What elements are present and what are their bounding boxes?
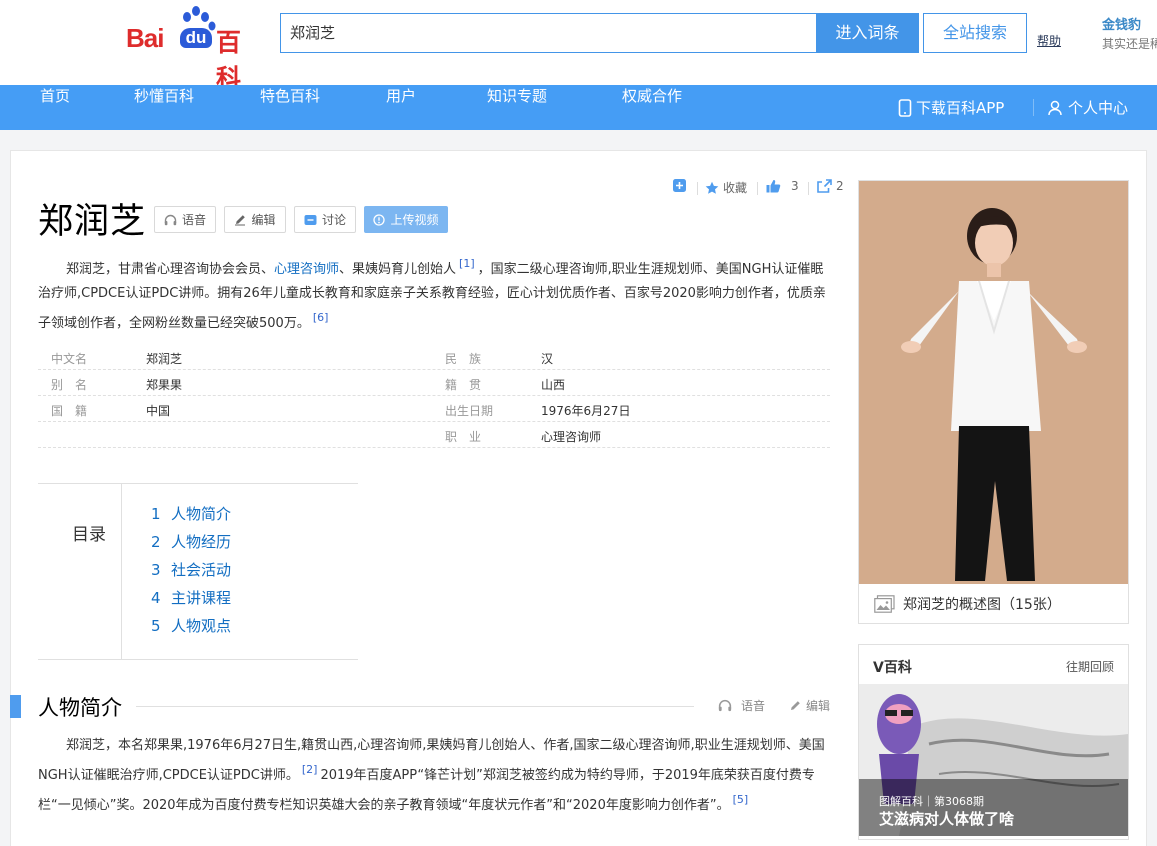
gallery-icon bbox=[874, 595, 895, 613]
voice-button[interactable]: 语音 bbox=[154, 206, 216, 233]
download-app-link[interactable]: 下载百科APP bbox=[898, 85, 1004, 130]
entry-summary: 郑润芝，甘肃省心理咨询协会会员、心理咨询师、果姨妈育儿创始人 [1] ，国家二级心理… bbox=[38, 257, 826, 331]
summary-album[interactable]: 郑润芝的概述图（15张） bbox=[858, 180, 1129, 624]
toc-item-5[interactable]: 5 人物观点 bbox=[151, 615, 231, 636]
album-caption[interactable]: 郑润芝的概述图（15张） bbox=[859, 584, 1128, 624]
user-icon bbox=[1048, 100, 1062, 115]
reference-1[interactable]: [1] bbox=[456, 257, 478, 270]
toc-item-4[interactable]: 4 主讲课程 bbox=[151, 587, 231, 608]
table-of-contents: 目录 1 人物简介 2 人物经历 3 社会活动 4 主讲课程 5 人物观点 bbox=[38, 483, 358, 660]
headphone-icon bbox=[718, 699, 732, 712]
section-edit-button[interactable]: 编辑 bbox=[789, 697, 830, 714]
info-row: 中文名 郑润芝 民 族 汉 bbox=[38, 344, 830, 370]
v-baike-video-thumbnail[interactable]: 图解百科｜第3068期 艾滋病对人体做了啥 bbox=[859, 684, 1128, 836]
nav-item-partners[interactable]: 权威合作 bbox=[622, 85, 682, 130]
search-all-button[interactable]: 全站搜索 bbox=[923, 13, 1027, 53]
v-baike-issue-tag: 图解百科｜第3068期 bbox=[879, 795, 984, 808]
info-row: 职 业 心理咨询师 bbox=[38, 422, 830, 448]
plus-square-icon bbox=[673, 179, 686, 192]
nav-item-featured[interactable]: 特色百科 bbox=[260, 85, 320, 130]
collect-button[interactable]: 收藏 bbox=[705, 179, 747, 196]
main-nav: 首页 秒懂百科 特色百科 用户 知识专题 权威合作 下载百科APP 个人中心 bbox=[0, 85, 1157, 130]
toc-item-3[interactable]: 3 社会活动 bbox=[151, 559, 231, 580]
entry-title: 郑润芝 bbox=[38, 202, 147, 242]
discuss-button[interactable]: 讨论 bbox=[294, 206, 356, 233]
nav-item-home[interactable]: 首页 bbox=[40, 85, 70, 130]
nav-divider bbox=[1033, 99, 1034, 116]
section-voice-button[interactable]: 语音 bbox=[718, 697, 765, 714]
upload-video-button[interactable]: 上传视频 bbox=[364, 206, 448, 233]
share-icon bbox=[817, 179, 832, 193]
baidu-baike-logo[interactable]: Bai du 百科 bbox=[126, 6, 262, 93]
top-header: Bai du 百科 郑润芝 进入词条 全站搜索 帮助 金钱豹 其实还是稀 bbox=[0, 0, 1157, 93]
toc-title: 目录 bbox=[72, 525, 106, 545]
v-baike-caption[interactable]: 艾滋病对人体做了啥 bbox=[879, 808, 1014, 829]
nav-item-users[interactable]: 用户 bbox=[386, 85, 416, 130]
section-title: 人物简介 bbox=[38, 696, 122, 720]
info-row: 国 籍 中国 出生日期 1976年6月27日 bbox=[38, 396, 830, 422]
toc-item-2[interactable]: 2 人物经历 bbox=[151, 531, 231, 552]
v-baike-panel: V百科 往期回顾 图解百科｜第3068期 艾滋病对人体做了啥 bbox=[858, 644, 1129, 840]
portrait-illustration bbox=[859, 181, 1128, 584]
reference-6[interactable]: [6] bbox=[310, 311, 332, 324]
share-button[interactable]: 2 bbox=[817, 179, 844, 193]
nationality-link[interactable]: 中国 bbox=[146, 402, 170, 419]
pencil-icon bbox=[235, 214, 246, 225]
star-icon bbox=[705, 181, 719, 194]
reference-2[interactable]: [2] bbox=[299, 763, 321, 776]
discussion-icon bbox=[304, 214, 317, 225]
add-entry-button[interactable] bbox=[673, 179, 686, 192]
reference-5[interactable]: [5] bbox=[730, 793, 752, 806]
portrait-photo[interactable] bbox=[859, 181, 1128, 584]
nav-item-topics[interactable]: 知识专题 bbox=[487, 85, 547, 130]
section-body: 郑润芝，本名郑果果,1976年6月27日生,籍贯山西,心理咨询师,果姨妈育儿创始… bbox=[38, 738, 825, 813]
user-center-link[interactable]: 个人中心 bbox=[1048, 85, 1128, 130]
section-divider bbox=[136, 706, 694, 707]
help-link[interactable]: 帮助 bbox=[1037, 32, 1061, 49]
headphone-icon bbox=[164, 214, 177, 225]
phone-icon bbox=[898, 98, 912, 117]
nav-item-miaodong[interactable]: 秒懂百科 bbox=[134, 85, 194, 130]
enter-entry-button[interactable]: 进入词条 bbox=[816, 13, 919, 53]
info-row: 别 名 郑果果 籍 贯 山西 bbox=[38, 370, 830, 396]
like-button[interactable]: 3 bbox=[766, 179, 799, 193]
v-baike-title: V百科 bbox=[873, 660, 912, 676]
ad-subtitle: 其实还是稀 bbox=[1102, 37, 1157, 51]
past-issues-link[interactable]: 往期回顾 bbox=[1066, 658, 1114, 675]
pencil-icon bbox=[791, 700, 800, 710]
basic-info-table: 中文名 郑润芝 民 族 汉 别 名 郑果果 籍 贯 山西 国 籍 中国 出生日期… bbox=[38, 344, 830, 448]
ad-title-link[interactable]: 金钱豹 bbox=[1102, 14, 1141, 33]
edit-button[interactable]: 编辑 bbox=[224, 206, 286, 233]
info-circle-icon bbox=[373, 213, 386, 226]
toc-item-1[interactable]: 1 人物简介 bbox=[151, 503, 231, 524]
thumbs-up-icon bbox=[766, 180, 781, 193]
section-marker bbox=[10, 695, 21, 718]
psychologist-link[interactable]: 心理咨询师 bbox=[274, 262, 339, 277]
search-input[interactable]: 郑润芝 bbox=[280, 13, 816, 53]
